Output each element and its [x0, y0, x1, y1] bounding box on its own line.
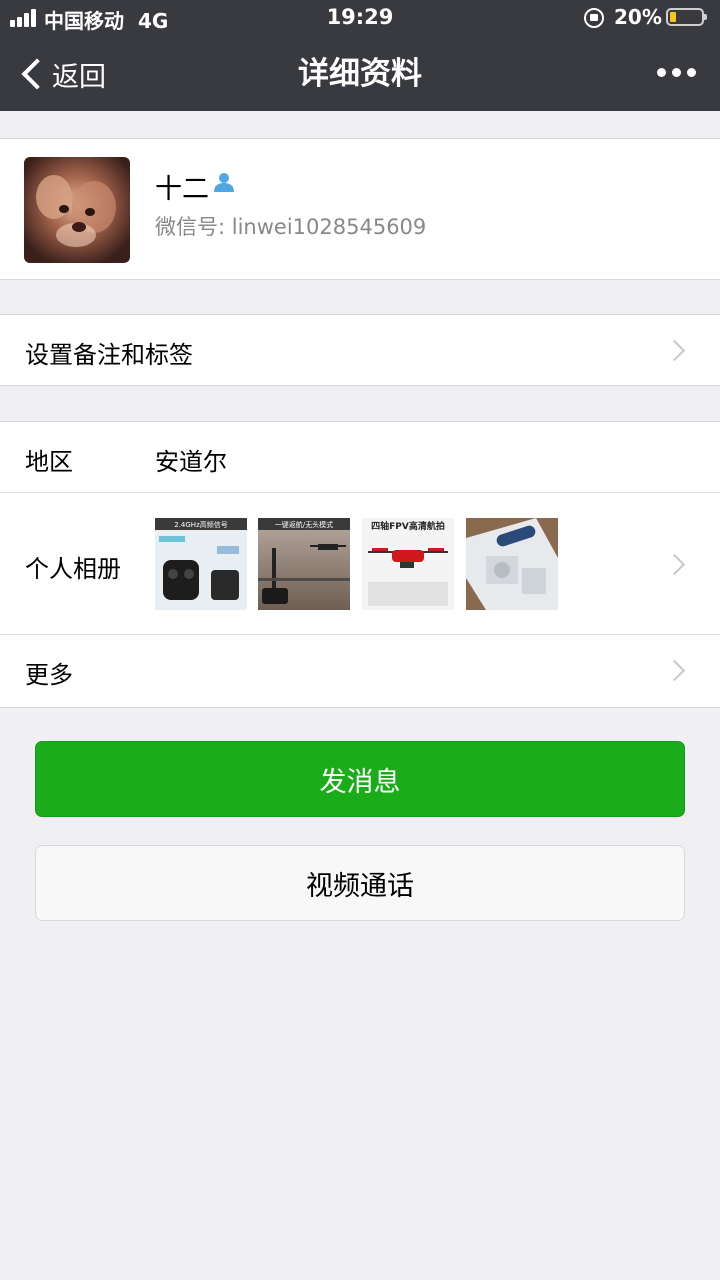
- more-dots-icon[interactable]: [657, 68, 696, 77]
- wechat-id-label: 微信号:: [155, 215, 226, 239]
- top-bar: 中国移动 4G 19:29 20% 返回 详细资料: [0, 0, 720, 111]
- clock: 19:29: [326, 5, 394, 29]
- avatar[interactable]: [24, 157, 130, 263]
- wechat-id: 微信号: linwei1028545609: [155, 211, 426, 241]
- region-row: 地区 安道尔: [0, 422, 720, 492]
- album-photo[interactable]: 一键返航/无头模式: [258, 518, 350, 610]
- profile-card[interactable]: 十二 微信号: linwei1028545609: [0, 138, 720, 280]
- album-photo-caption: 2.4GHz高频信号: [174, 520, 228, 529]
- wechat-id-value: linwei1028545609: [231, 215, 427, 239]
- album-row[interactable]: 个人相册: [0, 493, 720, 634]
- video-call-button[interactable]: 视频通话: [35, 845, 685, 921]
- album-label: 个人相册: [25, 555, 121, 583]
- contact-name: 十二: [155, 174, 209, 205]
- more-label: 更多: [25, 661, 73, 689]
- info-section: 地区 安道尔 个人相册 2.4GHz高频信号 一键返航/无头模式 四轴FPV高清…: [0, 421, 720, 708]
- more-row[interactable]: 更多: [0, 635, 720, 706]
- region-label: 地区: [25, 448, 73, 476]
- send-message-button[interactable]: 发消息: [35, 741, 685, 817]
- battery-icon: [666, 8, 707, 26]
- album-photo-caption: 四轴FPV高清航拍: [371, 520, 445, 532]
- status-bar: 中国移动 4G 19:29 20%: [0, 0, 720, 36]
- battery-percent: 20%: [614, 5, 662, 29]
- person-icon: [214, 173, 234, 192]
- page-title: 详细资料: [298, 56, 422, 92]
- chevron-right-icon: [663, 659, 686, 682]
- set-remark-row[interactable]: 设置备注和标签: [0, 314, 720, 386]
- album-photo-caption: 一键返航/无头模式: [275, 520, 333, 529]
- album-photo[interactable]: 2.4GHz高频信号: [155, 518, 247, 610]
- album-photo[interactable]: 四轴FPV高清航拍: [362, 518, 454, 610]
- region-value: 安道尔: [155, 448, 227, 476]
- chevron-right-icon: [663, 339, 686, 362]
- set-remark-label: 设置备注和标签: [25, 341, 193, 369]
- album-photo[interactable]: [466, 518, 558, 610]
- rotation-lock-icon: [584, 8, 604, 28]
- chevron-right-icon: [663, 553, 686, 576]
